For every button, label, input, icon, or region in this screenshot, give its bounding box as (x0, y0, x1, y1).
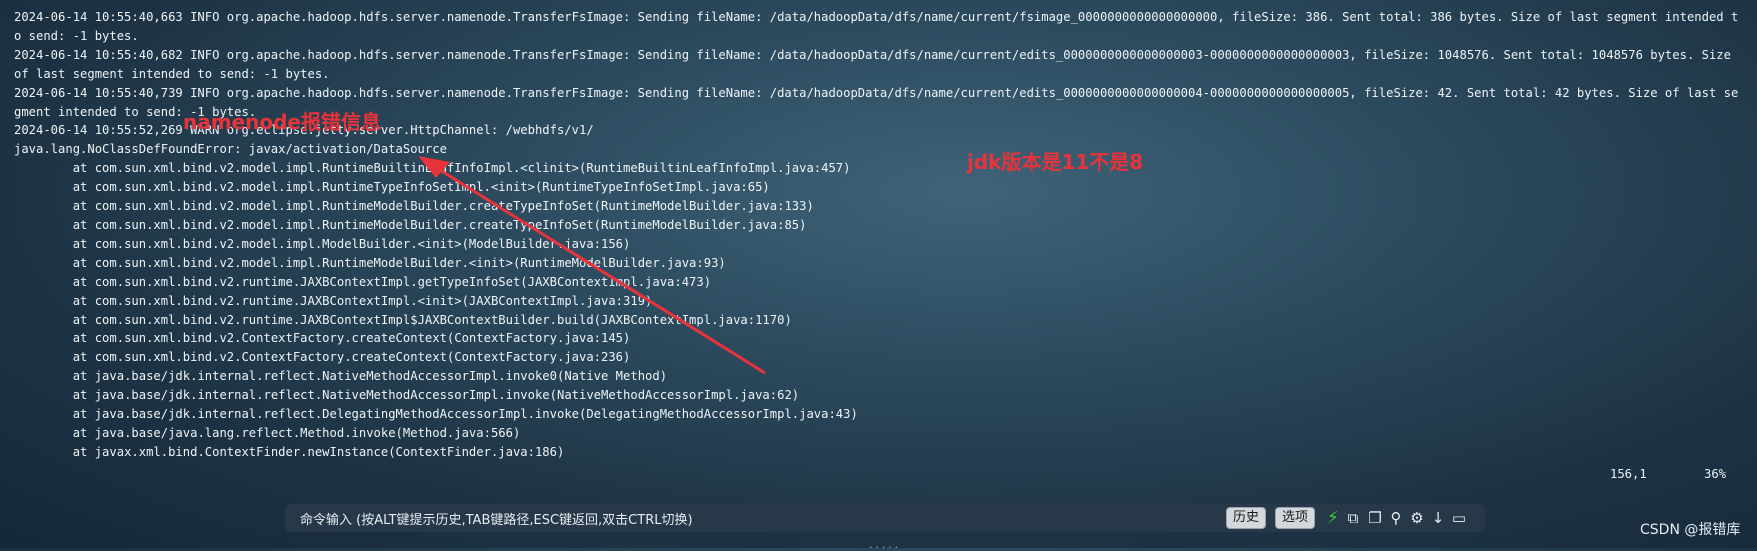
gear-icon[interactable]: ⚙ (1407, 508, 1427, 528)
terminal-output[interactable]: 2024-06-14 10:55:40,663 INFO org.apache.… (14, 8, 1744, 462)
resize-handle[interactable]: ..... (868, 541, 900, 551)
terminal-line: at com.sun.xml.bind.v2.ContextFactory.cr… (14, 350, 631, 365)
command-bar: 命令输入 (按ALT键提示历史,TAB键路径,ESC键返回,双击CTRL切换) … (285, 504, 1485, 532)
terminal-line: at com.sun.xml.bind.v2.model.impl.Runtim… (14, 255, 726, 270)
command-input[interactable]: 命令输入 (按ALT键提示历史,TAB键路径,ESC键返回,双击CTRL切换) (300, 509, 693, 528)
terminal-line: at com.sun.xml.bind.v2.model.impl.ModelB… (14, 236, 631, 251)
terminal-line: at com.sun.xml.bind.v2.model.impl.Runtim… (14, 199, 814, 214)
terminal-line: at java.base/jdk.internal.reflect.Native… (14, 369, 668, 384)
copy-icon[interactable]: ⧉ (1343, 508, 1363, 528)
paste-icon[interactable]: ❐ (1365, 508, 1385, 528)
scroll-percent: 36% (1704, 467, 1727, 481)
terminal-line: at com.sun.xml.bind.v2.ContextFactory.cr… (14, 331, 631, 346)
options-button[interactable]: 选项 (1275, 507, 1316, 529)
terminal-line: at javax.xml.bind.ContextFinder.newInsta… (14, 444, 565, 459)
terminal-line: at java.base/jdk.internal.reflect.Native… (14, 388, 800, 403)
terminal-line: at com.sun.xml.bind.v2.model.impl.Runtim… (14, 217, 807, 232)
search-icon[interactable]: ⚲ (1386, 508, 1406, 528)
terminal-line: 2024-06-14 10:55:40,663 INFO org.apache.… (14, 10, 1739, 43)
window-icon[interactable]: ▭ (1449, 508, 1469, 528)
terminal-line: at java.base/jdk.internal.reflect.Delega… (14, 407, 858, 422)
terminal-line: 2024-06-14 10:55:40,682 INFO org.apache.… (14, 47, 1739, 81)
terminal-line: at com.sun.xml.bind.v2.runtime.JAXBConte… (14, 312, 792, 327)
download-icon[interactable]: ↓ (1428, 508, 1448, 528)
watermark: CSDN @报错库 (1640, 522, 1741, 538)
history-button[interactable]: 历史 (1226, 507, 1267, 529)
terminal-line: at com.sun.xml.bind.v2.model.impl.Runtim… (14, 180, 770, 195)
terminal-line: java.lang.NoClassDefFoundError: javax/ac… (14, 142, 447, 157)
cursor-position: 156,1 (1610, 467, 1647, 481)
lightning-icon[interactable]: ⚡ (1323, 508, 1343, 528)
terminal-line: at java.base/java.lang.reflect.Method.in… (14, 425, 521, 440)
terminal-line: at com.sun.xml.bind.v2.model.impl.Runtim… (14, 161, 851, 176)
terminal-line: at com.sun.xml.bind.v2.runtime.JAXBConte… (14, 274, 712, 289)
terminal-line: at com.sun.xml.bind.v2.runtime.JAXBConte… (14, 293, 653, 308)
annotation-jdk-version: jdk版本是11不是8 (967, 150, 1144, 174)
annotation-namenode-error: namenode报错信息 (183, 110, 381, 134)
